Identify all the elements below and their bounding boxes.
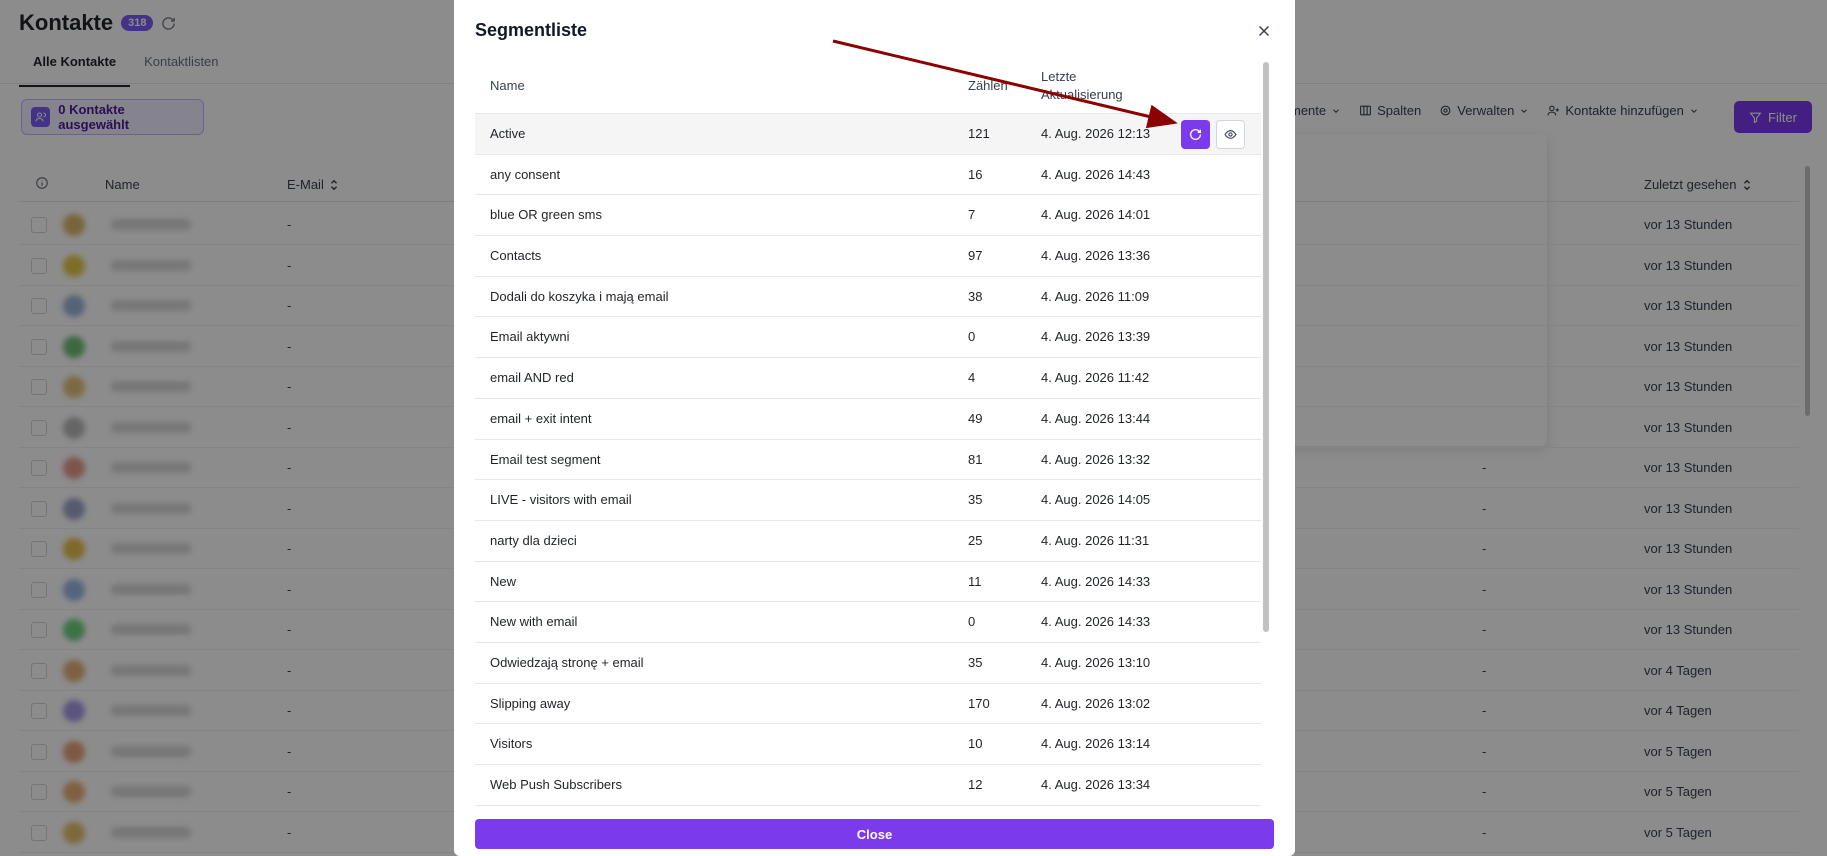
segment-updated: 4. Aug. 2026 13:02	[1041, 695, 1151, 711]
segment-name: Email aktywni	[490, 329, 570, 345]
segment-name: Contacts	[490, 248, 542, 264]
segment-row[interactable]: New 11 4. Aug. 2026 14:33	[475, 562, 1261, 603]
segment-name: email AND red	[490, 370, 574, 386]
segment-name: Dodali do koszyka i mają email	[490, 288, 669, 304]
refresh-icon	[1190, 128, 1202, 140]
segment-updated: 4. Aug. 2026 13:36	[1041, 248, 1151, 264]
segment-count: 49	[968, 410, 983, 426]
segment-count: 38	[968, 288, 983, 304]
segment-count: 97	[968, 248, 983, 264]
segment-count: 0	[968, 614, 976, 630]
segment-name: any consent	[490, 166, 561, 182]
segment-count: 7	[968, 207, 976, 223]
segment-table: Name Zählen Letzte Aktualisierung Active…	[475, 60, 1261, 806]
segment-name: narty dla dzieci	[490, 532, 577, 548]
close-icon[interactable]	[1255, 22, 1273, 40]
segment-row[interactable]: Active 121 4. Aug. 2026 12:13	[475, 114, 1261, 155]
segment-count: 4	[968, 370, 976, 386]
segment-count: 10	[968, 736, 983, 752]
segment-name: Web Push Subscribers	[490, 777, 622, 792]
refresh-segment-button[interactable]	[1181, 120, 1210, 149]
segment-row[interactable]: email + exit intent 49 4. Aug. 2026 13:44	[475, 399, 1261, 440]
segment-table-header: Name Zählen Letzte Aktualisierung	[475, 60, 1261, 114]
segment-row[interactable]: LIVE - visitors with email 35 4. Aug. 2026…	[475, 480, 1261, 521]
close-button[interactable]: Close	[475, 819, 1274, 849]
segment-updated: 4. Aug. 2026 14:05	[1041, 492, 1151, 508]
segment-name: blue OR green sms	[490, 207, 602, 223]
segment-row[interactable]: Contacts 97 4. Aug. 2026 13:36	[475, 236, 1261, 277]
segment-name: Odwiedzają stronę + email	[490, 654, 644, 670]
segment-row[interactable]: narty dla dzieci 25 4. Aug. 2026 11:31	[475, 521, 1261, 562]
modal-title: Segmentliste	[475, 20, 588, 40]
segment-row[interactable]: Odwiedzają stronę + email 35 4. Aug. 2026 …	[475, 643, 1261, 684]
segment-row[interactable]: Dodali do koszyka i mają email 38 4. Aug. …	[475, 277, 1261, 318]
segment-count: 170	[968, 695, 990, 711]
segment-count: 0	[968, 329, 976, 345]
header-segment-name: Name	[490, 78, 525, 93]
segment-row[interactable]: Slipping away 170 4. Aug. 2026 13:02	[475, 684, 1261, 725]
segment-row[interactable]: New with email 0 4. Aug. 2026 14:33	[475, 602, 1261, 643]
segment-updated: 4. Aug. 2026 13:44	[1041, 410, 1151, 426]
segment-row[interactable]: Web Push Subscribers 12 4. Aug. 2026 13:34	[475, 765, 1261, 806]
segment-name: email + exit intent	[490, 410, 592, 426]
eye-icon	[1224, 130, 1237, 139]
segment-updated: 4. Aug. 2026 12:13	[1041, 126, 1151, 141]
segment-count: 121	[968, 126, 990, 141]
header-segment-count: Zählen	[968, 78, 1008, 93]
segment-name: Visitors	[490, 736, 533, 752]
segment-updated: 4. Aug. 2026 11:09	[1041, 288, 1150, 304]
segment-updated: 4. Aug. 2026 14:33	[1041, 573, 1151, 589]
segment-row[interactable]: Visitors 10 4. Aug. 2026 13:14	[475, 724, 1261, 765]
segment-updated: 4. Aug. 2026 11:31	[1041, 532, 1150, 548]
segment-row[interactable]: Email aktywni 0 4. Aug. 2026 13:39	[475, 317, 1261, 359]
segment-row[interactable]: email AND red 4 4. Aug. 2026 11:42	[475, 358, 1261, 399]
segment-updated: 4. Aug. 2026 13:32	[1041, 451, 1151, 467]
segment-name: Slipping away	[490, 695, 571, 711]
modal-scrollbar[interactable]	[1263, 62, 1269, 632]
segment-updated: 4. Aug. 2026 11:42	[1041, 370, 1150, 386]
segment-count: 11	[968, 573, 982, 589]
segment-row[interactable]: any consent 16 4. Aug. 2026 14:43	[475, 155, 1261, 196]
segment-updated: 4. Aug. 2026 13:14	[1041, 736, 1151, 752]
segment-row[interactable]: blue OR green sms 7 4. Aug. 2026 14:01	[475, 195, 1261, 237]
segment-updated: 4. Aug. 2026 13:39	[1041, 329, 1151, 345]
segment-updated: 4. Aug. 2026 13:34	[1041, 777, 1151, 792]
segment-updated: 4. Aug. 2026 14:01	[1041, 207, 1151, 223]
segment-count: 16	[968, 166, 983, 182]
segment-count: 81	[968, 451, 983, 467]
segment-count: 25	[968, 532, 983, 548]
row-actions	[1181, 120, 1245, 149]
header-last-updated: Letzte Aktualisierung	[1041, 69, 1123, 102]
view-segment-button[interactable]	[1216, 120, 1245, 149]
segment-name: Email test segment	[490, 451, 601, 467]
segment-count: 12	[968, 777, 983, 792]
segment-name: Active	[490, 126, 526, 141]
segment-list-modal: Segmentliste Name Zählen Letzte Aktualis…	[454, 0, 1295, 856]
segment-name: New with email	[490, 614, 578, 630]
segment-row[interactable]: Email test segment 81 4. Aug. 2026 13:32	[475, 440, 1261, 481]
segment-name: LIVE - visitors with email	[490, 492, 632, 508]
segment-table-body: Active 121 4. Aug. 2026 12:13 any consent 16…	[475, 114, 1261, 806]
segment-name: New	[490, 573, 517, 589]
segment-updated: 4. Aug. 2026 13:10	[1041, 654, 1151, 670]
segment-updated: 4. Aug. 2026 14:43	[1041, 166, 1151, 182]
segment-count: 35	[968, 492, 983, 508]
segment-updated: 4. Aug. 2026 14:33	[1041, 614, 1151, 630]
segment-count: 35	[968, 654, 983, 670]
